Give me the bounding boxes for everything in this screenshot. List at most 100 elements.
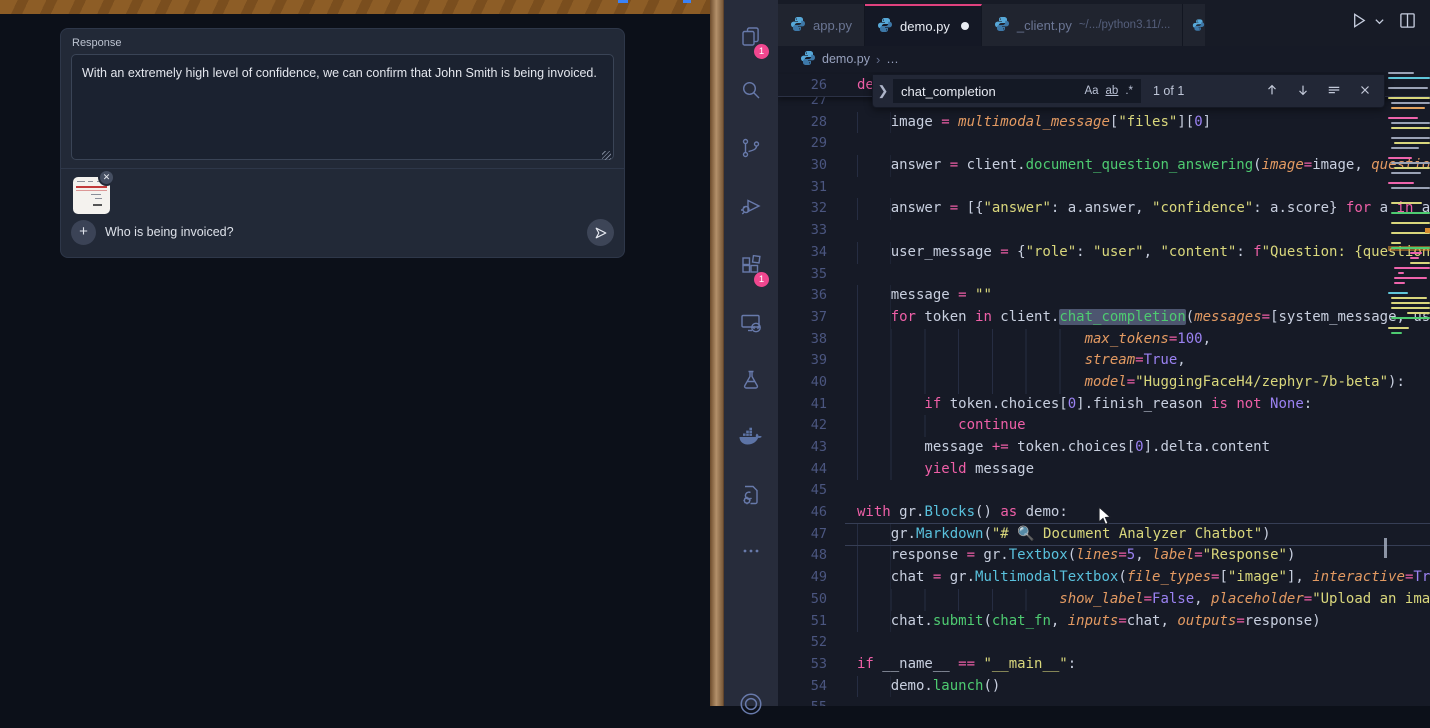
code-text[interactable]: max_tokens=100, bbox=[857, 329, 1430, 351]
find-query-text[interactable]: chat_completion bbox=[901, 84, 1077, 99]
code-text[interactable]: answer = [{"answer": a.answer, "confiden… bbox=[857, 198, 1430, 220]
add-file-button[interactable]: + bbox=[71, 220, 96, 245]
code-line-49[interactable]: 49chat = gr.MultimodalTextbox(file_types… bbox=[778, 567, 1430, 589]
code-text[interactable] bbox=[857, 264, 1430, 286]
response-textarea[interactable]: With an extremely high level of confiden… bbox=[71, 54, 614, 160]
find-previous-button[interactable] bbox=[1265, 83, 1279, 100]
code-text[interactable]: answer = client.document_question_answer… bbox=[857, 155, 1430, 177]
send-button[interactable] bbox=[587, 219, 614, 246]
regex-toggle[interactable]: .* bbox=[1125, 85, 1133, 97]
code-text[interactable]: user_message = {"role": "user", "content… bbox=[857, 242, 1430, 264]
code-text[interactable]: gr.Markdown("# 🔍 Document Analyzer Chatb… bbox=[857, 524, 1430, 546]
whole-word-toggle[interactable]: ab bbox=[1106, 85, 1119, 97]
code-line-52[interactable]: 52 bbox=[778, 632, 1430, 654]
code-line-34[interactable]: 34user_message = {"role": "user", "conte… bbox=[778, 242, 1430, 264]
code-line-31[interactable]: 31 bbox=[778, 177, 1430, 199]
tab-partial[interactable] bbox=[1183, 4, 1205, 46]
code-line-48[interactable]: 48response = gr.Textbox(lines=5, label="… bbox=[778, 545, 1430, 567]
code-line-39[interactable]: 39stream=True, bbox=[778, 350, 1430, 372]
code-text[interactable]: for token in client.chat_completion(mess… bbox=[857, 307, 1430, 329]
code-editor[interactable]: 2728image = multimodal_message["files"][… bbox=[778, 72, 1430, 706]
code-line-53[interactable]: 53if __name__ == "__main__": bbox=[778, 654, 1430, 676]
code-line-35[interactable]: 35 bbox=[778, 264, 1430, 286]
activity-item-code-runner-icon[interactable] bbox=[724, 471, 778, 519]
code-text[interactable]: if __name__ == "__main__": bbox=[857, 654, 1430, 676]
code-line-46[interactable]: 46with gr.Blocks() as demo: bbox=[778, 502, 1430, 524]
code-text[interactable]: chat.submit(chat_fn, inputs=chat, output… bbox=[857, 611, 1430, 633]
code-text[interactable]: demo.launch() bbox=[857, 676, 1430, 698]
breadcrumb-more[interactable]: … bbox=[886, 52, 899, 66]
code-text[interactable] bbox=[857, 480, 1430, 502]
run-button[interactable] bbox=[1349, 11, 1368, 35]
code-line-43[interactable]: 43message += token.choices[0].delta.cont… bbox=[778, 437, 1430, 459]
code-text[interactable]: if token.choices[0].finish_reason is not… bbox=[857, 394, 1430, 416]
find-expand-chevron-icon[interactable]: ❯ bbox=[873, 83, 893, 99]
chat-text-input[interactable]: Who is being invoiced? bbox=[105, 225, 234, 239]
code-line-32[interactable]: 32answer = [{"answer": a.answer, "confid… bbox=[778, 198, 1430, 220]
minimap-line bbox=[1391, 102, 1430, 104]
code-text[interactable] bbox=[857, 220, 1430, 242]
code-line-41[interactable]: 41if token.choices[0].finish_reason is n… bbox=[778, 394, 1430, 416]
code-text[interactable]: with gr.Blocks() as demo: bbox=[857, 502, 1430, 524]
code-line-29[interactable]: 29 bbox=[778, 133, 1430, 155]
tab-label: _client.py bbox=[1017, 18, 1072, 33]
activity-item-search-icon[interactable] bbox=[724, 66, 778, 114]
code-text[interactable] bbox=[857, 133, 1430, 155]
minimap[interactable] bbox=[1388, 72, 1430, 706]
code-line-28[interactable]: 28image = multimodal_message["files"][0] bbox=[778, 112, 1430, 134]
code-text[interactable]: show_label=False, placeholder="Upload an… bbox=[857, 589, 1430, 611]
minimap-line bbox=[1388, 72, 1414, 74]
code-line-33[interactable]: 33 bbox=[778, 220, 1430, 242]
match-case-toggle[interactable]: Aa bbox=[1084, 85, 1098, 97]
code-line-54[interactable]: 54demo.launch() bbox=[778, 676, 1430, 698]
activity-item-source-control-icon[interactable] bbox=[724, 124, 778, 172]
split-editor-button[interactable] bbox=[1399, 12, 1416, 34]
tab-app-py[interactable]: app.py bbox=[778, 4, 865, 46]
find-next-button[interactable] bbox=[1296, 83, 1310, 100]
code-text[interactable]: chat = gr.MultimodalTextbox(file_types=[… bbox=[857, 567, 1430, 589]
code-line-55[interactable]: 55 bbox=[778, 697, 1430, 706]
code-text[interactable]: image = multimodal_message["files"][0] bbox=[857, 112, 1430, 134]
breadcrumb-separator: › bbox=[876, 52, 880, 67]
tab-_client-py[interactable]: _client.py~/.../python3.11/... bbox=[982, 4, 1183, 46]
activity-item-run-debug-icon[interactable] bbox=[724, 182, 778, 230]
find-close-button[interactable] bbox=[1358, 83, 1372, 100]
code-text[interactable]: message = "" bbox=[857, 285, 1430, 307]
activity-item-docker-icon[interactable] bbox=[724, 413, 778, 461]
minimap-line bbox=[1391, 122, 1430, 124]
code-text[interactable] bbox=[857, 177, 1430, 199]
breadcrumb[interactable]: demo.py › … bbox=[778, 46, 1430, 72]
activity-item-more-views-icon[interactable] bbox=[724, 527, 778, 575]
breadcrumb-file[interactable]: demo.py bbox=[822, 52, 870, 66]
run-dropdown-chevron-icon[interactable] bbox=[1374, 14, 1385, 32]
activity-item-extensions-icon[interactable]: 1 bbox=[724, 241, 778, 289]
code-text[interactable] bbox=[857, 632, 1430, 654]
code-line-30[interactable]: 30answer = client.document_question_answ… bbox=[778, 155, 1430, 177]
activity-item-files-icon[interactable]: 1 bbox=[724, 13, 778, 61]
code-line-37[interactable]: 37for token in client.chat_completion(me… bbox=[778, 307, 1430, 329]
code-line-47[interactable]: 47gr.Markdown("# 🔍 Document Analyzer Cha… bbox=[778, 524, 1430, 546]
code-line-50[interactable]: 50show_label=False, placeholder="Upload … bbox=[778, 589, 1430, 611]
code-text[interactable]: message += token.choices[0].delta.conten… bbox=[857, 437, 1430, 459]
remove-attachment-button[interactable]: ✕ bbox=[98, 169, 115, 186]
code-line-42[interactable]: 42continue bbox=[778, 415, 1430, 437]
find-in-selection-button[interactable] bbox=[1327, 83, 1341, 100]
code-line-38[interactable]: 38max_tokens=100, bbox=[778, 329, 1430, 351]
code-text[interactable]: yield message bbox=[857, 459, 1430, 481]
code-line-45[interactable]: 45 bbox=[778, 480, 1430, 502]
tab-demo-py[interactable]: demo.py bbox=[865, 4, 982, 46]
code-text[interactable] bbox=[857, 697, 1430, 706]
find-input[interactable]: chat_completion Aa ab .* bbox=[893, 79, 1141, 103]
code-line-40[interactable]: 40model="HuggingFaceH4/zephyr-7b-beta"): bbox=[778, 372, 1430, 394]
activity-item-account-icon[interactable] bbox=[724, 680, 778, 728]
code-text[interactable]: stream=True, bbox=[857, 350, 1430, 372]
code-text[interactable]: response = gr.Textbox(lines=5, label="Re… bbox=[857, 545, 1430, 567]
textarea-resize-handle[interactable] bbox=[602, 151, 611, 160]
code-text[interactable]: continue bbox=[857, 415, 1430, 437]
activity-item-testing-icon[interactable] bbox=[724, 356, 778, 404]
code-text[interactable]: model="HuggingFaceH4/zephyr-7b-beta"): bbox=[857, 372, 1430, 394]
code-line-51[interactable]: 51chat.submit(chat_fn, inputs=chat, outp… bbox=[778, 611, 1430, 633]
code-line-36[interactable]: 36message = "" bbox=[778, 285, 1430, 307]
code-line-44[interactable]: 44yield message bbox=[778, 459, 1430, 481]
activity-item-remote-explorer-icon[interactable] bbox=[724, 299, 778, 347]
